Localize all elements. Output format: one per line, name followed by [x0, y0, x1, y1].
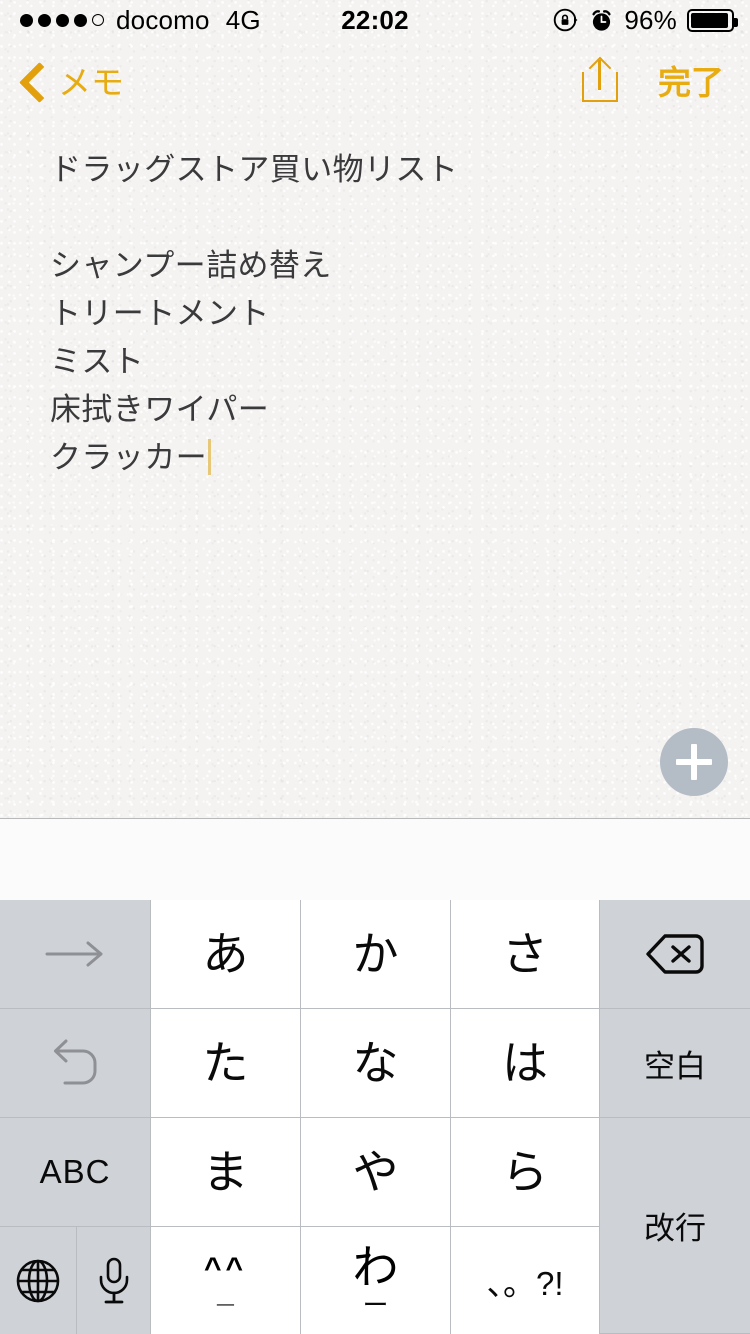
globe-icon — [15, 1258, 61, 1304]
kana-key-ra[interactable]: ら — [451, 1118, 600, 1227]
predictive-candidate-bar[interactable] — [0, 818, 750, 901]
microphone-icon — [96, 1256, 132, 1306]
emoticon-mouth: _ — [217, 1275, 234, 1309]
kana-key-label: あ — [202, 928, 249, 980]
punctuation-key-label: 、。?! — [486, 1264, 564, 1302]
abc-mode-key[interactable]: ABC — [0, 1118, 151, 1227]
rotation-lock-icon — [553, 7, 579, 33]
notes-screen: docomo 4G 22:02 96% メモ 完了 ドラッグストア買い物リスト … — [0, 0, 750, 1334]
kana-key-main: わ — [352, 1240, 399, 1293]
add-attachment-button[interactable] — [660, 728, 728, 796]
delete-key[interactable] — [600, 900, 750, 1009]
return-key[interactable]: 改行 — [600, 1118, 750, 1334]
japanese-kana-keyboard: あ か さ た な は 空白 ABC ま や ら 改行 ^^ _ わ ー 、。?… — [0, 900, 750, 1334]
punctuation-key[interactable]: 、。?! — [451, 1227, 600, 1334]
kana-key-a[interactable]: あ — [151, 900, 301, 1009]
dictation-key[interactable] — [77, 1227, 151, 1334]
kana-key-label: な — [352, 1037, 399, 1089]
back-button-label: メモ — [58, 64, 124, 101]
emoticon-key[interactable]: ^^ _ — [151, 1227, 301, 1334]
note-item-line: 床拭きワイパー — [50, 392, 270, 427]
kana-key-ha[interactable]: は — [451, 1009, 600, 1118]
text-cursor — [208, 439, 211, 475]
kana-key-label: ら — [502, 1146, 548, 1198]
chevron-left-icon — [18, 66, 46, 94]
note-editor[interactable]: ドラッグストア買い物リスト シャンプー詰め替え トリートメント ミスト 床拭きワ… — [0, 120, 750, 818]
note-item-text: クラッカー — [50, 440, 207, 475]
kana-key-ma[interactable]: ま — [151, 1118, 301, 1227]
kana-key-wa[interactable]: わ ー — [301, 1227, 451, 1334]
kana-key-na[interactable]: な — [301, 1009, 451, 1118]
note-item-line-active: クラッカー — [50, 434, 710, 482]
kana-key-sub: ー — [362, 1289, 389, 1320]
kana-key-label: た — [202, 1037, 249, 1089]
arrow-right-icon — [44, 939, 106, 969]
kana-key-ka[interactable]: か — [301, 900, 451, 1009]
note-blank-line — [50, 194, 710, 242]
kana-key-label: や — [352, 1146, 399, 1198]
battery-icon — [687, 8, 738, 32]
kana-key-label: わ ー — [353, 1244, 399, 1318]
note-item-line: トリートメント — [50, 296, 270, 331]
return-key-label: 改行 — [644, 1211, 706, 1246]
emoticon-key-label: ^^ _ — [204, 1253, 247, 1309]
share-icon[interactable] — [582, 56, 618, 102]
note-item-line: ミスト — [50, 344, 145, 379]
kana-key-sa[interactable]: さ — [451, 900, 600, 1009]
navigation-bar: メモ 完了 — [0, 40, 750, 120]
battery-percent-label: 96% — [624, 4, 677, 35]
kana-key-ya[interactable]: や — [301, 1118, 451, 1227]
space-key-label: 空白 — [644, 1048, 706, 1084]
next-candidate-key[interactable] — [0, 900, 151, 1009]
undo-arrow-icon — [47, 1037, 103, 1089]
note-text-content: ドラッグストア買い物リスト シャンプー詰め替え トリートメント ミスト 床拭きワ… — [0, 120, 750, 482]
kana-key-label: か — [352, 928, 399, 980]
note-item-line: シャンプー詰め替え — [50, 248, 332, 283]
alarm-clock-icon — [589, 8, 614, 33]
abc-mode-key-label: ABC — [39, 1153, 111, 1190]
back-button[interactable]: メモ — [0, 56, 124, 104]
note-title-line: ドラッグストア買い物リスト — [50, 152, 459, 187]
status-bar: docomo 4G 22:02 96% — [0, 0, 750, 40]
backspace-icon — [645, 932, 705, 976]
kana-key-label: は — [502, 1037, 548, 1089]
navigation-bar-actions: 完了 — [582, 56, 750, 104]
kana-key-label: さ — [502, 928, 548, 980]
globe-key[interactable] — [0, 1227, 77, 1334]
kana-key-ta[interactable]: た — [151, 1009, 301, 1118]
space-key[interactable]: 空白 — [600, 1009, 750, 1118]
done-button[interactable]: 完了 — [658, 56, 724, 104]
status-bar-right: 96% — [553, 4, 738, 36]
kana-key-label: ま — [202, 1146, 249, 1198]
undo-key[interactable] — [0, 1009, 151, 1118]
